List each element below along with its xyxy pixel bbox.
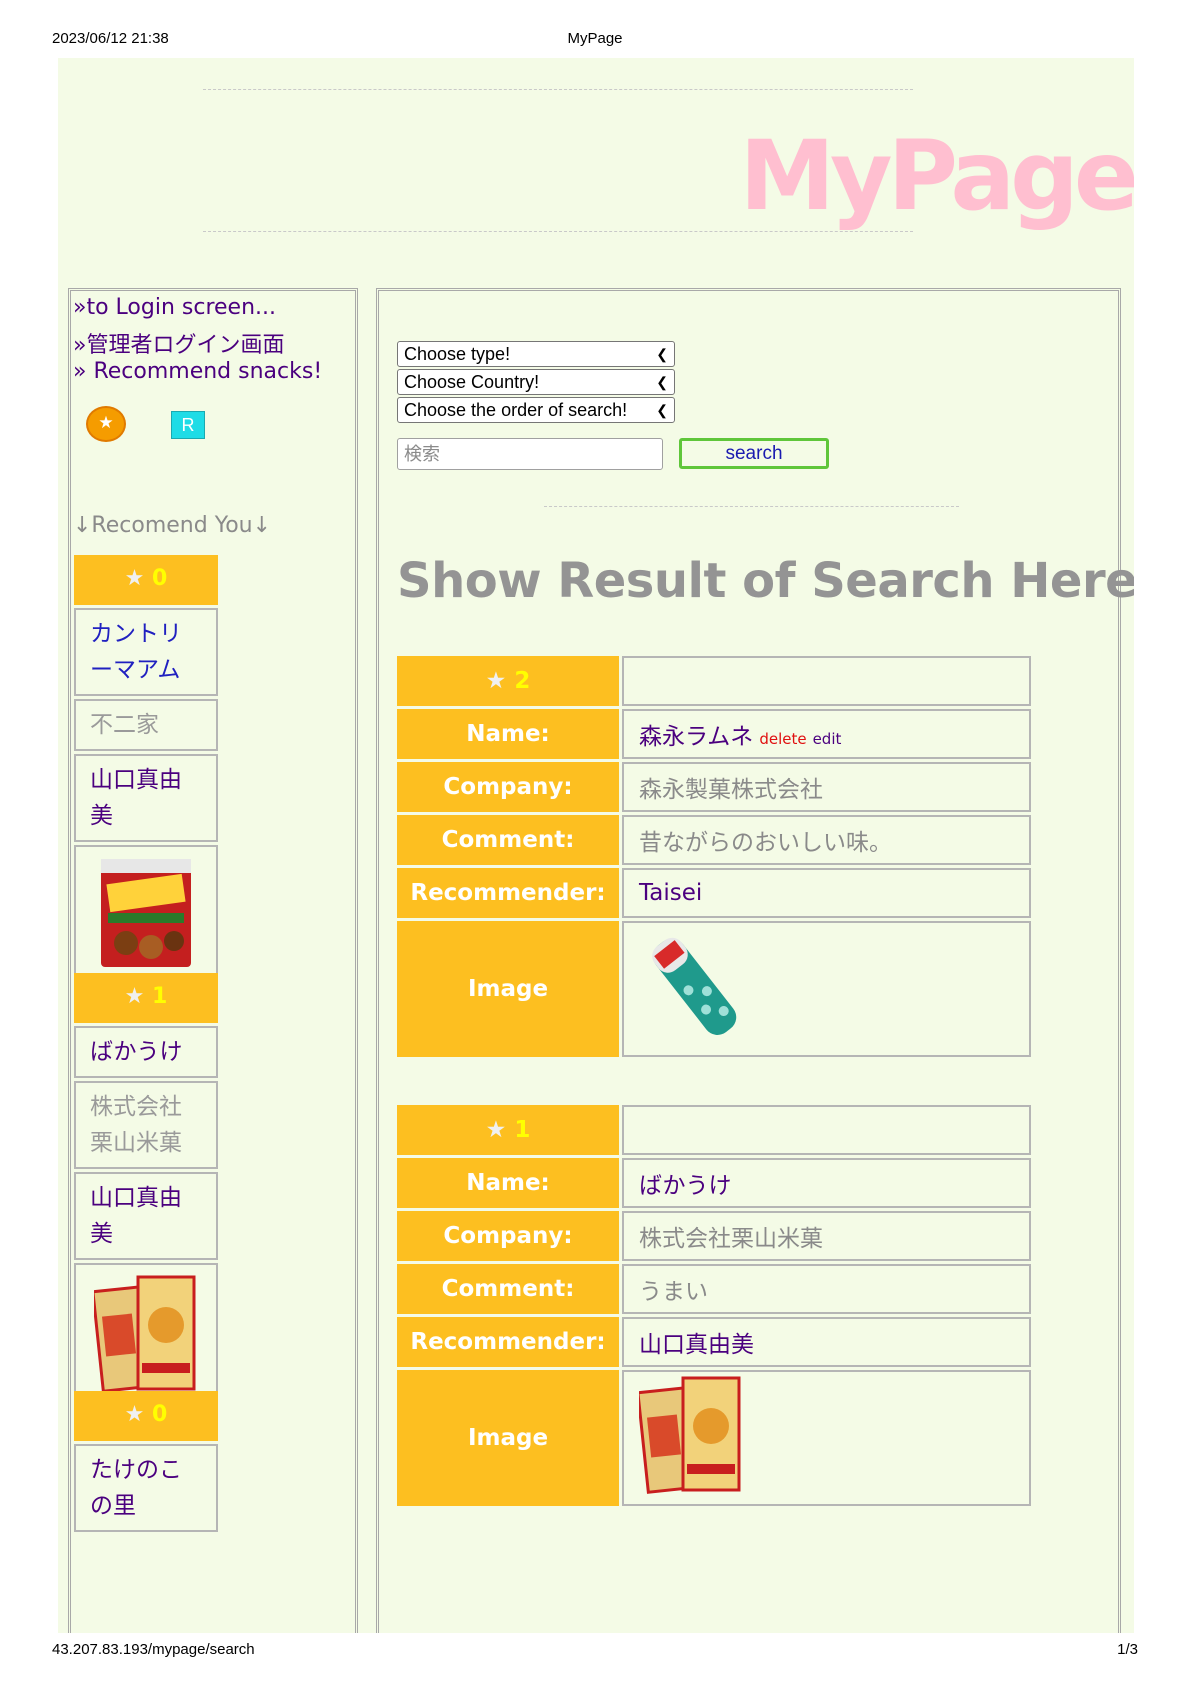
star-icon: ★ [485, 668, 507, 694]
delete-link[interactable]: delete [759, 730, 806, 748]
recommend-you-heading: ↓Recomend You↓ [73, 513, 272, 538]
type-select-value: Choose type! [404, 344, 511, 364]
login-link[interactable]: »to Login screen... [73, 295, 276, 320]
card-name[interactable]: たけのこの里 [74, 1444, 218, 1532]
result-table: ★ 1 Name: ばかうけ Company: 株式会社栗山米菓 Comment… [394, 1102, 1034, 1509]
card-recommender[interactable]: 山口真由美 [74, 1172, 218, 1260]
header-divider-bottom [203, 231, 913, 232]
snack-name-link[interactable]: ばかうけ [639, 1173, 731, 1199]
star-icon: ★ [485, 1117, 507, 1143]
country-ma-am-package-icon [101, 859, 191, 967]
name-label: Name: [397, 709, 619, 759]
print-title: MyPage [567, 30, 623, 47]
ramune-bottle-icon[interactable] [639, 926, 749, 1046]
like-count: 0 [152, 566, 168, 591]
name-value: ばかうけ [622, 1158, 1031, 1208]
print-header: 2023/06/12 21:38 MyPage [52, 30, 1138, 50]
company-label: Company: [397, 1211, 619, 1261]
result-heading: Show Result of Search Here [397, 553, 1134, 609]
card-name[interactable]: カントリーマアム [74, 608, 218, 696]
like-count: 2 [514, 668, 531, 694]
like-count: 1 [514, 1117, 531, 1143]
edit-link[interactable]: edit [813, 730, 842, 748]
image-label: Image [397, 921, 619, 1057]
header-divider-top [203, 89, 913, 90]
r-button[interactable]: R [171, 411, 205, 439]
bakauke-package-icon[interactable] [636, 1375, 743, 1495]
search-input[interactable]: 検索 [397, 438, 663, 470]
star-icon: ★ [124, 566, 145, 591]
company-value: 株式会社栗山米菓 [622, 1211, 1031, 1261]
company-label: Company: [397, 762, 619, 812]
chevron-down-icon: ❮ [656, 374, 668, 390]
comment-value: 昔ながらのおいしい味。 [622, 815, 1031, 865]
chevron-down-icon: ❮ [656, 346, 668, 362]
card-header: ★ 0 [74, 555, 218, 605]
print-url: 43.207.83.193/mypage/search [52, 1641, 255, 1658]
card-company: 不二家 [74, 699, 218, 751]
comment-value: うまい [622, 1264, 1031, 1314]
recommender-value[interactable]: 山口真由美 [622, 1317, 1031, 1367]
recommend-card: ★ 0 カントリーマアム 不二家 山口真由美 [74, 555, 218, 995]
card-header: ★ 1 [74, 973, 218, 1023]
chevron-down-icon: ❮ [656, 402, 668, 418]
snack-name-link[interactable]: 森永ラムネ [639, 724, 753, 750]
result-header: ★ 1 [397, 1105, 619, 1155]
recommend-card: ★ 1 ばかうけ 株式会社栗山米菓 山口真由美 [74, 973, 218, 1419]
card-image[interactable] [74, 845, 218, 992]
image-value [622, 921, 1031, 1057]
country-select-value: Choose Country! [404, 372, 540, 392]
sidebar: »to Login screen... »管理者ログイン画面 » Recomme… [68, 288, 358, 1633]
card-name[interactable]: ばかうけ [74, 1026, 218, 1078]
admin-login-link[interactable]: »管理者ログイン画面 [73, 327, 284, 359]
comment-label: Comment: [397, 1264, 619, 1314]
recommend-card: ★ 0 たけのこの里 [74, 1391, 218, 1535]
image-label: Image [397, 1370, 619, 1506]
card-recommender[interactable]: 山口真由美 [74, 754, 218, 842]
main-content: Choose type! ❮ Choose Country! ❮ Choose th… [376, 288, 1134, 1633]
order-select-value: Choose the order of search! [404, 400, 628, 420]
comment-label: Comment: [397, 815, 619, 865]
star-icon: ★ [124, 1402, 145, 1427]
result-table: ★ 2 Name: 森永ラムネ delete edit Company: 森永製菓株… [394, 653, 1034, 1060]
star-icon: ★ [124, 984, 145, 1009]
country-select[interactable]: Choose Country! ❮ [397, 369, 675, 395]
result-header-empty [622, 656, 1031, 706]
recommender-label: Recommender: [397, 868, 619, 918]
card-company: 株式会社栗山米菓 [74, 1081, 218, 1169]
name-value: 森永ラムネ delete edit [622, 709, 1031, 759]
result-header-empty [622, 1105, 1031, 1155]
recommend-snacks-link[interactable]: » Recommend snacks! [73, 359, 322, 384]
star-button[interactable]: ★ [86, 406, 126, 442]
main-divider [544, 506, 959, 507]
print-page-number: 1/3 [1117, 1641, 1138, 1658]
like-count: 1 [152, 984, 168, 1009]
result-header: ★ 2 [397, 656, 619, 706]
company-value: 森永製菓株式会社 [622, 762, 1031, 812]
site-logo[interactable]: MyPage [740, 128, 1135, 224]
card-header: ★ 0 [74, 1391, 218, 1441]
recommender-label: Recommender: [397, 1317, 619, 1367]
search-button[interactable]: search [679, 438, 829, 469]
page: MyPage »to Login screen... »管理者ログイン画面 » … [58, 58, 1134, 1633]
recommender-value[interactable]: Taisei [622, 868, 1031, 918]
order-select[interactable]: Choose the order of search! ❮ [397, 397, 675, 423]
name-label: Name: [397, 1158, 619, 1208]
like-count: 0 [152, 1402, 168, 1427]
type-select[interactable]: Choose type! ❮ [397, 341, 675, 367]
bakauke-package-icon [91, 1275, 196, 1393]
image-value [622, 1370, 1031, 1506]
